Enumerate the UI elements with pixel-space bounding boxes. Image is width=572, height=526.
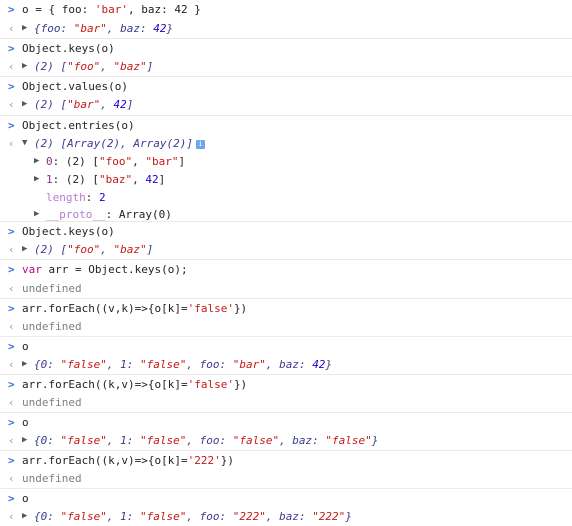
return-arrow-icon: ‹	[8, 243, 15, 256]
devtools-console: > o = { foo: 'bar', baz: 42 } ‹ ▶ {foo: "bar…	[0, 0, 572, 526]
chevron-right-icon: >	[8, 42, 15, 55]
console-result-value: {0: "false", 1: "false", foo: "false", b…	[34, 434, 379, 447]
console-result-value: (2) ["bar", 42]	[34, 98, 134, 111]
triangle-right-icon[interactable]: ▶	[34, 152, 39, 171]
console-command: arr.forEach((k,v)=>{o[k]='222'})	[22, 454, 234, 467]
console-input-line: > arr.forEach((k,v)=>{o[k]='222'})	[0, 450, 572, 469]
console-command: Object.entries(o)	[22, 119, 135, 132]
console-input-line: > arr.forEach((k,v)=>{o[k]='false'})	[0, 374, 572, 393]
console-input-line: > Object.values(o)	[0, 76, 572, 95]
chevron-right-icon: >	[8, 302, 15, 315]
console-result-line: ‹ undefined	[0, 279, 572, 298]
chevron-right-icon: >	[8, 416, 15, 429]
console-command: o	[22, 492, 29, 505]
console-result-value: {0: "false", 1: "false", foo: "222", baz…	[34, 510, 352, 523]
chevron-right-icon: >	[8, 340, 15, 353]
triangle-right-icon[interactable]: ▶	[22, 507, 27, 526]
console-result-line: ‹ undefined	[0, 317, 572, 336]
console-result-value: (2) ["foo", "baz"]	[34, 60, 154, 73]
console-result-value: (2) ["foo", "baz"]	[34, 243, 154, 256]
chevron-right-icon: >	[8, 119, 15, 132]
console-tree-item: ▶ 1: (2) ["baz", 42]	[0, 170, 572, 189]
console-command: o	[22, 340, 29, 353]
console-input-line: > Object.entries(o)	[0, 115, 572, 134]
chevron-right-icon: >	[8, 80, 15, 93]
console-command: arr.forEach((v,k)=>{o[k]='false'})	[22, 302, 248, 315]
chevron-right-icon: >	[8, 378, 15, 391]
console-command: o	[22, 416, 29, 429]
console-result-value: {0: "false", 1: "false", foo: "bar", baz…	[34, 358, 333, 371]
console-input-line: > o	[0, 488, 572, 507]
console-result-line: ‹ ▶ {0: "false", 1: "false", foo: "222", b…	[0, 507, 572, 526]
console-result-value: undefined	[22, 396, 82, 409]
return-arrow-icon: ‹	[8, 510, 15, 523]
chevron-right-icon: >	[8, 3, 15, 16]
console-result-line: ‹ ▶ (2) ["bar", 42]	[0, 95, 572, 114]
console-input-line: > Object.keys(o)	[0, 38, 572, 57]
console-input-line: > Object.keys(o)	[0, 221, 572, 240]
chevron-right-icon: >	[8, 492, 15, 505]
console-result-line: ‹ undefined	[0, 469, 572, 488]
return-arrow-icon: ‹	[8, 396, 15, 409]
console-command: Object.keys(o)	[22, 225, 115, 238]
return-arrow-icon: ‹	[8, 434, 15, 447]
console-command: Object.keys(o)	[22, 42, 115, 55]
return-arrow-icon: ‹	[8, 137, 15, 150]
return-arrow-icon: ‹	[8, 22, 15, 35]
triangle-down-icon[interactable]: ▼	[22, 134, 27, 153]
chevron-right-icon: >	[8, 263, 15, 276]
triangle-right-icon[interactable]: ▶	[22, 355, 27, 374]
return-arrow-icon: ‹	[8, 472, 15, 485]
console-input-line: > o	[0, 412, 572, 431]
console-result-value: undefined	[22, 320, 82, 333]
console-command: var arr = Object.keys(o);	[22, 263, 188, 276]
console-tree-item: ▶ 0: (2) ["foo", "bar"]	[0, 152, 572, 171]
return-arrow-icon: ‹	[8, 358, 15, 371]
console-input-line: > o	[0, 336, 572, 355]
console-result-line: ‹ ▶ (2) ["foo", "baz"]	[0, 240, 572, 259]
triangle-right-icon[interactable]: ▶	[22, 240, 27, 259]
triangle-right-icon[interactable]: ▶	[22, 57, 27, 76]
return-arrow-icon: ‹	[8, 60, 15, 73]
triangle-right-icon[interactable]: ▶	[22, 19, 27, 38]
console-input-line: > var arr = Object.keys(o);	[0, 259, 572, 278]
triangle-right-icon[interactable]: ▶	[22, 95, 27, 114]
console-result-line: ‹ ▶ {0: "false", 1: "false", foo: "bar", b…	[0, 355, 572, 374]
console-command: Object.values(o)	[22, 80, 128, 93]
console-result-value: undefined	[22, 282, 82, 295]
console-input-line: > o = { foo: 'bar', baz: 42 }	[0, 0, 572, 19]
triangle-right-icon[interactable]: ▶	[22, 431, 27, 450]
console-tree-label: 1: (2) ["baz", 42]	[46, 173, 166, 186]
chevron-right-icon: >	[8, 454, 15, 467]
triangle-right-icon[interactable]: ▶	[34, 170, 39, 189]
return-arrow-icon: ‹	[8, 98, 15, 111]
console-input-line: > arr.forEach((v,k)=>{o[k]='false'})	[0, 298, 572, 317]
info-icon[interactable]: i	[195, 139, 205, 149]
console-result-line: ‹ ▼ (2) [Array(2), Array(2)] i	[0, 134, 572, 153]
console-command: o = { foo: 'bar', baz: 42 }	[22, 3, 201, 16]
console-result-line: ‹ ▶ (2) ["foo", "baz"]	[0, 57, 572, 76]
console-command: arr.forEach((k,v)=>{o[k]='false'})	[22, 378, 248, 391]
console-result-value: (2) [Array(2), Array(2)] i	[34, 134, 205, 153]
console-result-line: ‹ ▶ {foo: "bar", baz: 42}	[0, 19, 572, 38]
chevron-right-icon: >	[8, 225, 15, 238]
console-tree-label: 0: (2) ["foo", "bar"]	[46, 155, 186, 168]
return-arrow-icon: ‹	[8, 282, 15, 295]
console-result-value: undefined	[22, 472, 82, 485]
console-result-value: {foo: "bar", baz: 42}	[34, 22, 174, 35]
console-result-line: ‹ undefined	[0, 393, 572, 412]
return-arrow-icon: ‹	[8, 320, 15, 333]
console-result-line: ‹ ▶ {0: "false", 1: "false", foo: "false",…	[0, 431, 572, 450]
